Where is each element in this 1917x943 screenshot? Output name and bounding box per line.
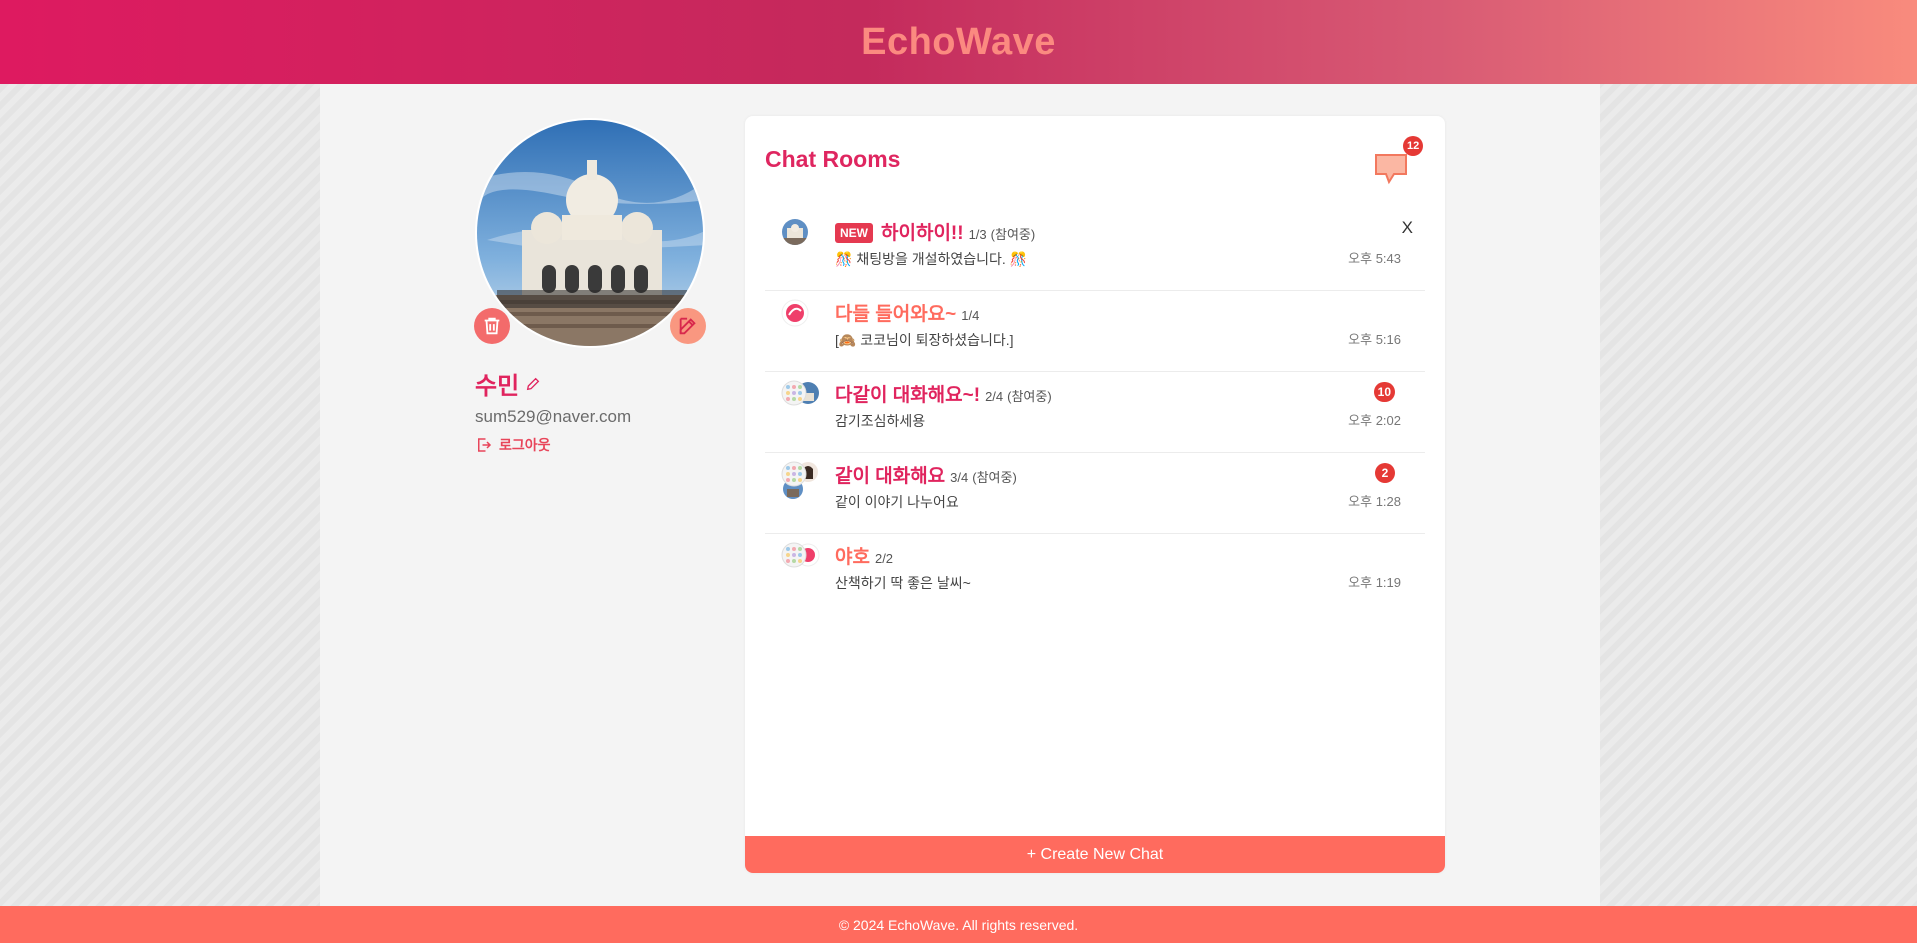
room-title-line: 다들 들어와요~ 1/4 [835, 299, 1395, 326]
close-room-button[interactable]: X [1402, 218, 1413, 238]
unread-count-badge: 2 [1375, 463, 1395, 483]
room-body: 다들 들어와요~ 1/4 [🙈 코코님이 퇴장하셨습니다.] [835, 299, 1395, 350]
footer: © 2024 EchoWave. All rights reserved. [0, 906, 1917, 943]
room-timestamp: 오후 2:02 [1348, 413, 1401, 428]
app-header: EchoWave [0, 0, 1917, 84]
chat-room-row[interactable]: 다들 들어와요~ 1/4 [🙈 코코님이 퇴장하셨습니다.] 오후 5:16 [765, 291, 1425, 372]
room-name: 야호 [835, 547, 870, 568]
room-body: 야호 2/2 산책하기 딱 좋은 날씨~ [835, 542, 1395, 593]
chat-rooms-panel: Chat Rooms 12 NEW 하이하이!! 1/3 (참여중) 🎊 채팅방을 개설… [745, 116, 1445, 873]
logout-link[interactable]: 로그아웃 [475, 435, 715, 455]
room-name: 다들 들어와요~ [835, 304, 957, 325]
room-name: 다같이 대화해요~! [835, 385, 981, 406]
room-timestamp: 오후 1:19 [1348, 575, 1401, 590]
room-last-message: 🎊 채팅방을 개설하였습니다. 🎊 [835, 251, 1028, 267]
profile-avatar-wrap [474, 118, 706, 348]
room-member-count: 1/4 [961, 308, 980, 323]
room-last-message: 산책하기 딱 좋은 날씨~ [835, 575, 971, 591]
logout-icon [478, 438, 492, 452]
room-member-count: 1/3 [968, 227, 987, 242]
chat-room-row[interactable]: 같이 대화해요 3/4 (참여중) 같이 이야기 나누어요 오후 1:28 2 [765, 453, 1425, 534]
room-name: 같이 대화해요 [835, 466, 946, 487]
room-joined-status: (참여중) [1007, 389, 1052, 404]
room-title-line: 같이 대화해요 3/4 (참여중) [835, 461, 1395, 488]
room-member-count: 3/4 [950, 470, 969, 485]
pencil-icon[interactable] [525, 376, 541, 392]
trash-icon [484, 317, 500, 335]
room-timestamp: 오후 5:16 [1348, 332, 1401, 347]
room-name: 하이하이!! [881, 223, 964, 244]
room-member-count: 2/2 [874, 551, 894, 566]
edit-avatar-button[interactable] [670, 308, 706, 344]
logout-label: 로그아웃 [499, 437, 551, 453]
room-member-count: 2/4 [985, 389, 1004, 404]
room-joined-status: (참여중) [990, 227, 1036, 242]
create-chat-button[interactable]: + Create New Chat [745, 836, 1445, 873]
edit-icon [679, 317, 696, 335]
room-thumbnail [781, 299, 821, 339]
room-thumbnail [781, 542, 821, 582]
unread-count-badge: 10 [1373, 382, 1395, 402]
chat-room-row[interactable]: 야호 2/2 산책하기 딱 좋은 날씨~ 오후 1:19 [765, 534, 1425, 615]
app-title: EchoWave [861, 20, 1056, 63]
room-title-line: 다같이 대화해요~! 2/4 (참여중) [835, 380, 1395, 407]
room-title-line: 야호 2/2 [835, 542, 1395, 569]
room-timestamp: 오후 5:43 [1348, 251, 1401, 266]
profile-email: sum529@naver.com [475, 407, 632, 426]
panel-title: Chat Rooms [765, 146, 901, 172]
room-thumbnail [781, 461, 821, 501]
chat-bubble-icon[interactable] [1373, 152, 1409, 186]
delete-avatar-button[interactable] [474, 308, 510, 344]
room-last-message: 감기조심하세용 [835, 413, 926, 429]
footer-text: © 2024 EchoWave. All rights reserved. [838, 916, 1079, 933]
main-content: 수민 sum529@naver.com 로그아웃 Chat Rooms 12 N… [320, 84, 1600, 906]
room-title-line: NEW 하이하이!! 1/3 (참여중) [835, 218, 1395, 245]
room-timestamp: 오후 1:28 [1348, 494, 1401, 509]
profile-card: 수민 sum529@naver.com 로그아웃 [474, 118, 715, 455]
profile-name: 수민 [475, 373, 520, 400]
room-body: NEW 하이하이!! 1/3 (참여중) 🎊 채팅방을 개설하였습니다. 🎊 [835, 218, 1395, 269]
chat-room-row[interactable]: NEW 하이하이!! 1/3 (참여중) 🎊 채팅방을 개설하였습니다. 🎊 오후 5:4… [765, 210, 1425, 291]
new-badge: NEW [835, 223, 873, 243]
room-joined-status: (참여중) [972, 470, 1017, 485]
chat-room-row[interactable]: 다같이 대화해요~! 2/4 (참여중) 감기조심하세용 오후 2:02 10 [765, 372, 1425, 453]
room-body: 다같이 대화해요~! 2/4 (참여중) 감기조심하세용 [835, 380, 1395, 431]
room-body: 같이 대화해요 3/4 (참여중) 같이 이야기 나누어요 [835, 461, 1395, 512]
room-last-message: 같이 이야기 나누어요 [835, 494, 959, 510]
room-thumbnail [781, 380, 821, 420]
room-thumbnail [781, 218, 821, 258]
profile-name-row: 수민 [475, 366, 715, 401]
message-count-badge: 12 [1403, 136, 1424, 156]
avatar[interactable] [475, 118, 705, 348]
room-list: NEW 하이하이!! 1/3 (참여중) 🎊 채팅방을 개설하였습니다. 🎊 오후 5:4… [765, 210, 1425, 615]
room-last-message: [🙈 코코님이 퇴장하셨습니다.] [835, 332, 1014, 348]
